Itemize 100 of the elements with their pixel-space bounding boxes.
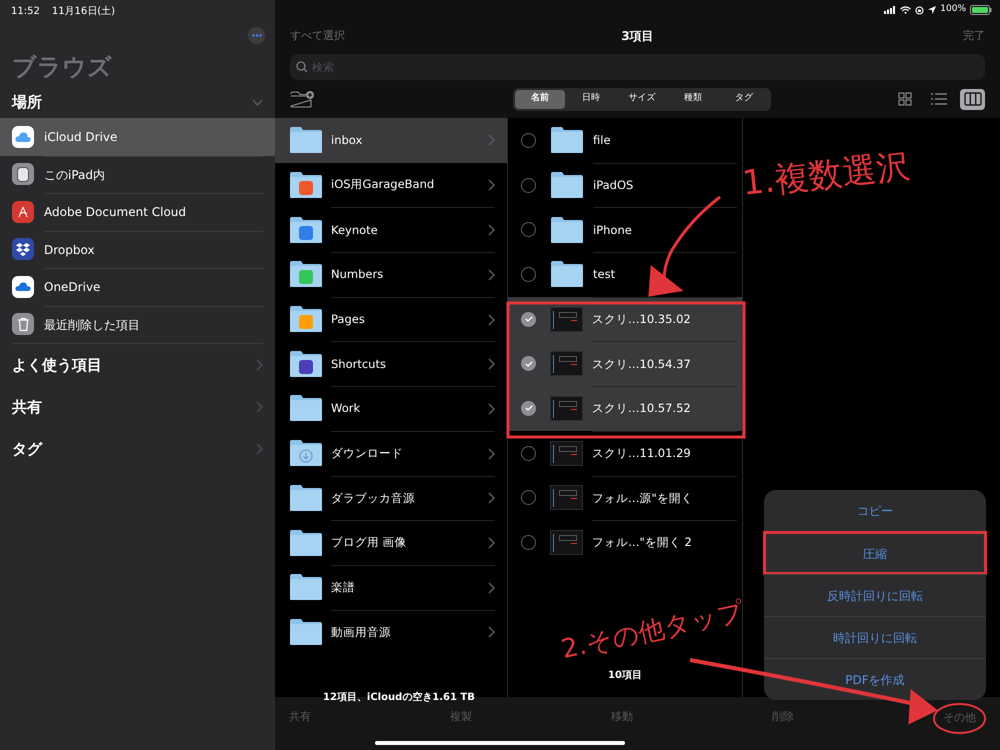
sort-tab[interactable]: 種類 — [668, 90, 718, 108]
cloud-icon — [12, 276, 34, 298]
folder-icon — [289, 618, 323, 646]
location-label: 最近削除した項目 — [44, 316, 140, 334]
file-name: スクリ…11.01.29 — [592, 445, 691, 462]
file-row[interactable]: スクリ…11.01.29 — [508, 430, 742, 476]
menu-item[interactable]: コピー — [764, 490, 986, 532]
tablet-icon — [12, 163, 34, 186]
more-button[interactable] — [248, 27, 265, 44]
folder-plus-icon — [290, 90, 314, 108]
battery-icon — [970, 5, 992, 15]
menu-item[interactable]: 時計回りに回転 — [764, 616, 986, 658]
chevron-icon — [488, 314, 495, 326]
location-label: OneDrive — [44, 279, 100, 296]
section-header[interactable]: 場所 — [0, 86, 275, 118]
grid-icon — [898, 92, 912, 106]
menu-item[interactable]: 圧縮 — [764, 532, 986, 574]
handwritten-note: 2.その他タップ — [558, 596, 748, 667]
new-folder-button[interactable] — [290, 90, 314, 108]
folder-row[interactable]: Shortcuts — [275, 341, 507, 386]
selection-count-title: 3項目 — [621, 28, 654, 45]
file-row[interactable]: フォル…"を開く 2 — [508, 520, 742, 565]
section-header[interactable]: よく使う項目 — [0, 344, 275, 386]
folder-row[interactable]: 楽譜 — [275, 564, 507, 610]
folder-icon — [289, 484, 323, 512]
section-header[interactable]: タグ — [0, 428, 275, 470]
file-row[interactable]: file — [508, 118, 742, 163]
location-item[interactable]: Dropbox — [0, 230, 275, 268]
folder-name: Numbers — [331, 266, 384, 284]
section-header[interactable]: 共有 — [0, 386, 275, 428]
done-button[interactable]: 完了 — [963, 28, 985, 44]
location-item[interactable]: このiPad内 — [0, 156, 275, 193]
file-name: フォル…源"を開く — [592, 490, 693, 507]
location-item[interactable]: OneDrive — [0, 268, 275, 306]
folder-icon — [289, 126, 323, 154]
file-row[interactable]: スクリ…10.57.52 — [508, 386, 742, 431]
folder-row[interactable]: ダラブッカ音源 — [275, 476, 507, 520]
chevron-icon — [488, 492, 495, 504]
search-icon — [296, 61, 308, 73]
location-label: Dropbox — [44, 242, 95, 259]
location-item[interactable]: 最近削除した項目 — [0, 306, 275, 343]
folder-name: ブログ用 画像 — [331, 534, 407, 552]
app-folder-icon — [289, 305, 323, 334]
folder-row[interactable]: 動画用音源 — [275, 610, 507, 654]
folder-row[interactable]: ダウンロード — [275, 430, 507, 476]
location-item[interactable]: Adobe Document Cloud — [0, 193, 275, 230]
chevron-icon — [488, 134, 495, 146]
folder-row[interactable]: Keynote — [275, 207, 507, 252]
screenshot-thumbnail — [550, 396, 583, 421]
chevron-icon — [488, 268, 495, 281]
folder-name: iOS用GarageBand — [331, 176, 434, 194]
sort-tab[interactable]: 名前 — [515, 90, 565, 108]
sidebar-title: ブラウズ — [11, 52, 113, 83]
location-label: Adobe Document Cloud — [44, 204, 186, 222]
handwritten-note: 1.複数選沢 — [740, 145, 913, 206]
screenshot-thumbnail — [550, 485, 583, 510]
file-row[interactable]: スクリ…10.35.02 — [508, 296, 742, 342]
file-name: iPhone — [593, 222, 632, 239]
folder-name: 楽譜 — [331, 579, 355, 596]
folder-row[interactable]: inbox — [275, 118, 507, 163]
folder-icon — [289, 394, 323, 422]
download-folder-icon — [289, 439, 323, 468]
file-name: スクリ…10.35.02 — [592, 310, 691, 328]
folder-name: inbox — [331, 132, 362, 149]
folder-row[interactable]: ブログ用 画像 — [275, 520, 507, 565]
file-name: フォル…"を開く 2 — [592, 534, 692, 552]
file-name: スクリ…10.54.37 — [592, 356, 691, 373]
chevron-icon — [488, 448, 495, 460]
file-row[interactable]: iPadOS — [508, 162, 742, 208]
folder-name: ダラブッカ音源 — [331, 490, 415, 507]
sort-tab[interactable]: タグ — [719, 90, 769, 108]
status-time: 11:52 — [11, 4, 40, 18]
screenshot-thumbnail — [550, 306, 583, 332]
file-row[interactable]: フォル…源"を開く — [508, 476, 742, 520]
battery-percent: 100% — [940, 3, 966, 16]
trash-icon — [12, 313, 34, 336]
file-name: test — [593, 266, 616, 284]
folder-row[interactable]: Work — [275, 386, 507, 431]
select-all-button[interactable]: すべて選択 — [290, 28, 345, 44]
sort-tab[interactable]: 日時 — [566, 90, 616, 108]
folder-row[interactable]: Numbers — [275, 252, 507, 297]
location-label: iCloud Drive — [44, 128, 118, 146]
location-arrow-icon — [928, 6, 936, 14]
columns-view-button[interactable] — [960, 88, 985, 110]
wifi-icon — [900, 6, 912, 14]
open-box-icon — [12, 238, 34, 260]
sort-tab[interactable]: サイズ — [617, 90, 667, 108]
chevron-icon — [256, 443, 263, 455]
menu-item[interactable]: 反時計回りに回転 — [764, 574, 986, 616]
location-item[interactable]: iCloud Drive — [0, 118, 275, 156]
folder-name: Work — [331, 400, 360, 418]
folder-row[interactable]: iOS用GarageBand — [275, 162, 507, 208]
file-name: iPadOS — [593, 176, 634, 194]
chevron-icon — [256, 359, 263, 371]
file-row[interactable]: スクリ…10.54.37 — [508, 341, 742, 386]
file-row[interactable]: iPhone — [508, 207, 742, 252]
folder-row[interactable]: Pages — [275, 296, 507, 342]
chevron-icon — [488, 626, 495, 638]
chevron-icon — [488, 179, 495, 192]
chevron-icon — [488, 582, 495, 594]
